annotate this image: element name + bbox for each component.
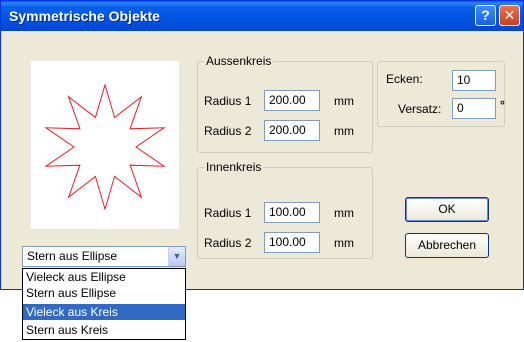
innen-radius1-input[interactable]: 100.00 [264, 202, 320, 223]
shape-type-select[interactable]: Stern aus Ellipse ▼ [22, 246, 186, 267]
innen-radius2-input[interactable]: 100.00 [264, 232, 320, 253]
help-icon: ? [481, 7, 490, 23]
close-icon: ✕ [503, 7, 516, 23]
close-button[interactable]: ✕ [499, 5, 520, 26]
aussenkreis-legend: Aussenkreis [204, 54, 274, 68]
ok-button[interactable]: OK [405, 197, 489, 222]
chevron-down-icon[interactable]: ▼ [168, 247, 185, 266]
degree-unit: ° [500, 98, 505, 112]
help-button[interactable]: ? [475, 5, 496, 26]
innen-radius2-label: Radius 2 [204, 236, 252, 250]
shape-type-value: Stern aus Ellipse [27, 249, 118, 263]
aussen-radius2-input[interactable]: 200.00 [264, 120, 320, 141]
dropdown-option[interactable]: Stern aus Kreis [23, 322, 185, 338]
innen-radius2-unit: mm [334, 236, 354, 250]
ecken-label: Ecken: [386, 72, 423, 86]
aussenkreis-group: Aussenkreis Radius 1 200.00 mm Radius 2 … [197, 54, 373, 153]
versatz-input[interactable]: 0 [452, 98, 496, 119]
innen-radius1-label: Radius 1 [204, 206, 252, 220]
innenkreis-legend: Innenkreis [204, 160, 264, 174]
corners-group: Ecken: 10 Versatz: 0 ° [377, 61, 505, 127]
cancel-button[interactable]: Abbrechen [405, 233, 489, 258]
dropdown-option[interactable]: Stern aus Ellipse [23, 285, 185, 301]
window-title: Symmetrische Objekte [9, 8, 160, 24]
dropdown-option[interactable]: Vieleck aus Ellipse [23, 269, 185, 285]
aussen-radius1-unit: mm [334, 94, 354, 108]
aussen-radius1-label: Radius 1 [204, 94, 252, 108]
aussen-radius2-label: Radius 2 [204, 124, 252, 138]
aussen-radius1-input[interactable]: 200.00 [264, 90, 320, 111]
innenkreis-group: Innenkreis Radius 1 100.00 mm Radius 2 1… [197, 160, 373, 259]
versatz-label: Versatz: [398, 102, 442, 116]
star-shape [44, 83, 166, 211]
ecken-input[interactable]: 10 [452, 70, 496, 91]
aussen-radius2-unit: mm [334, 124, 354, 138]
star-preview [31, 61, 179, 229]
innen-radius1-unit: mm [334, 206, 354, 220]
shape-type-dropdown: Vieleck aus Ellipse Stern aus Ellipse Vi… [22, 268, 186, 340]
title-bar[interactable]: Symmetrische Objekte ? ✕ [1, 1, 523, 31]
dropdown-option-highlighted[interactable]: Vieleck aus Kreis [23, 304, 185, 320]
